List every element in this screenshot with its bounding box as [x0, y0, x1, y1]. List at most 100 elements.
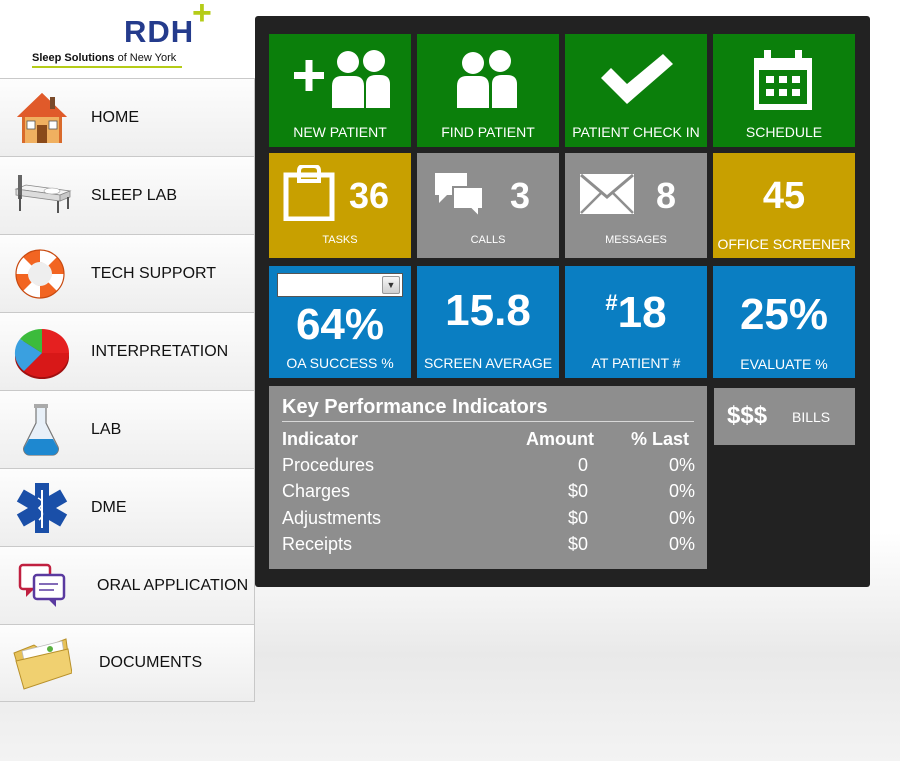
patient-check-in-label: PATIENT CHECK IN — [572, 124, 700, 140]
kpi-amount: $0 — [567, 481, 588, 502]
sidebar: HOME SLEEP LAB TECH SUPPORT INTERPRETATI… — [0, 78, 255, 702]
screen-average-tile[interactable]: 15.8 SCREEN AVERAGE — [417, 266, 559, 378]
period-select[interactable]: ▼ — [277, 273, 403, 297]
house-icon — [17, 93, 67, 143]
sidebar-item-oral-application[interactable]: ORAL APPLICATION — [0, 546, 254, 624]
sidebar-item-label: TECH SUPPORT — [91, 264, 217, 282]
at-patient-label: AT PATIENT # — [591, 355, 681, 371]
kpi-panel: Key Performance Indicators Indicator Amo… — [269, 386, 707, 569]
patient-check-in-tile[interactable]: PATIENT CHECK IN — [565, 34, 707, 147]
kpi-divider — [282, 421, 694, 422]
tasks-label: TASKS — [322, 234, 358, 246]
kpi-indicator: Adjustments — [282, 507, 382, 528]
bills-tile[interactable]: $$$ BILLS — [714, 388, 855, 445]
sidebar-item-interpretation[interactable]: INTERPRETATION — [0, 312, 254, 390]
sidebar-item-label: HOME — [91, 108, 139, 126]
envelope-icon — [580, 173, 634, 214]
find-patient-label: FIND PATIENT — [441, 124, 535, 140]
at-patient-value: 18 — [617, 288, 667, 337]
schedule-label: SCHEDULE — [745, 124, 823, 140]
sidebar-item-label: SLEEP LAB — [91, 186, 177, 204]
office-screener-count: 45 — [762, 175, 806, 217]
new-patient-label: NEW PATIENT — [293, 124, 387, 140]
kpi-percent-last: 0% — [668, 534, 695, 555]
schedule-tile[interactable]: SCHEDULE — [713, 34, 855, 147]
sidebar-item-label: DME — [91, 498, 127, 516]
at-patient-hash: # — [605, 290, 618, 315]
clipboard-icon — [283, 165, 335, 221]
evaluate-value: 25% — [739, 290, 829, 339]
messages-label: MESSAGES — [605, 234, 667, 246]
star-of-life-icon — [16, 483, 68, 533]
bed-icon — [14, 175, 72, 213]
pie-chart-icon — [14, 328, 70, 379]
at-patient-tile[interactable]: #18 AT PATIENT # — [565, 266, 707, 378]
oa-success-label: OA SUCCESS % — [286, 355, 394, 371]
evaluate-tile[interactable]: 25% EVALUATE % — [713, 266, 855, 378]
kpi-amount: $0 — [567, 507, 588, 528]
sidebar-item-label: LAB — [91, 420, 122, 438]
life-ring-icon — [15, 249, 65, 299]
messages-count: 8 — [656, 175, 677, 216]
sidebar-item-dme[interactable]: DME — [0, 468, 254, 546]
brand-tagline: Sleep Solutions of New York — [32, 52, 177, 64]
calls-count: 3 — [510, 175, 531, 216]
table-row: Charges $0 0% — [282, 479, 697, 506]
kpi-percent-last: 0% — [668, 481, 695, 502]
kpi-indicator: Procedures — [282, 454, 375, 475]
office-screener-label: OFFICE SCREENER — [717, 236, 851, 252]
bills-symbol: $$$ — [727, 402, 768, 429]
screen-average-value: 15.8 — [445, 286, 531, 335]
brand-underline — [32, 66, 182, 68]
add-user-icon — [294, 50, 390, 108]
brand-name: RDH — [124, 14, 195, 49]
kpi-header-row: Indicator Amount % Last — [282, 427, 697, 452]
sidebar-item-home[interactable]: HOME — [0, 78, 254, 156]
kpi-col-amount: Amount — [526, 429, 594, 449]
bills-label: BILLS — [792, 409, 831, 425]
calls-tile[interactable]: 3 CALLS — [417, 153, 559, 258]
oa-success-tile: ▼ 64% OA SUCCESS % — [269, 266, 411, 378]
tasks-count: 36 — [349, 175, 390, 216]
sidebar-item-label: ORAL APPLICATION — [97, 576, 249, 594]
calls-label: CALLS — [470, 234, 506, 246]
kpi-col-indicator: Indicator — [282, 429, 359, 449]
sidebar-item-tech-support[interactable]: TECH SUPPORT — [0, 234, 254, 312]
kpi-indicator: Charges — [282, 481, 351, 502]
screen-average-label: SCREEN AVERAGE — [423, 355, 553, 371]
calendar-icon — [754, 50, 812, 110]
chevron-down-icon[interactable]: ▼ — [382, 276, 400, 294]
evaluate-label: EVALUATE % — [740, 356, 828, 372]
at-patient-value-group: #18 — [565, 288, 707, 338]
tasks-tile[interactable]: 36 TASKS — [269, 153, 411, 258]
sidebar-item-sleep-lab[interactable]: SLEEP LAB — [0, 156, 254, 234]
speech-bubbles-icon — [435, 173, 484, 220]
kpi-col-percent-last: % Last — [630, 429, 689, 449]
kpi-percent-last: 0% — [668, 454, 695, 475]
sidebar-item-label: INTERPRETATION — [91, 342, 229, 360]
kpi-title: Key Performance Indicators — [282, 396, 548, 418]
kpi-indicator: Receipts — [282, 534, 353, 555]
sidebar-item-lab[interactable]: LAB — [0, 390, 254, 468]
table-row: Receipts $0 0% — [282, 532, 697, 559]
brand-logo: RDH + Sleep Solutions of New York — [0, 0, 254, 78]
office-screener-tile[interactable]: 45 OFFICE SCREENER — [713, 153, 855, 258]
new-patient-tile[interactable]: NEW PATIENT — [269, 34, 411, 147]
kpi-amount: 0 — [577, 454, 588, 475]
table-row: Procedures 0 0% — [282, 452, 697, 479]
flask-icon — [23, 404, 59, 456]
messages-tile[interactable]: 8 MESSAGES — [565, 153, 707, 258]
folder-icon — [13, 638, 72, 690]
kpi-table: Indicator Amount % Last Procedures 0 0% … — [282, 427, 697, 558]
chat-bubbles-icon — [18, 563, 66, 607]
find-patient-tile[interactable]: FIND PATIENT — [417, 34, 559, 147]
oa-success-value: 64% — [295, 300, 385, 349]
users-icon — [457, 50, 517, 108]
dashboard-panel: NEW PATIENT FIND PATIENT PATIENT CHECK I… — [255, 16, 870, 587]
sidebar-item-documents[interactable]: DOCUMENTS — [0, 624, 254, 702]
checkmark-icon — [601, 54, 673, 104]
brand-plus: + — [192, 0, 212, 32]
kpi-percent-last: 0% — [668, 507, 695, 528]
kpi-amount: $0 — [567, 534, 588, 555]
table-row: Adjustments $0 0% — [282, 505, 697, 532]
